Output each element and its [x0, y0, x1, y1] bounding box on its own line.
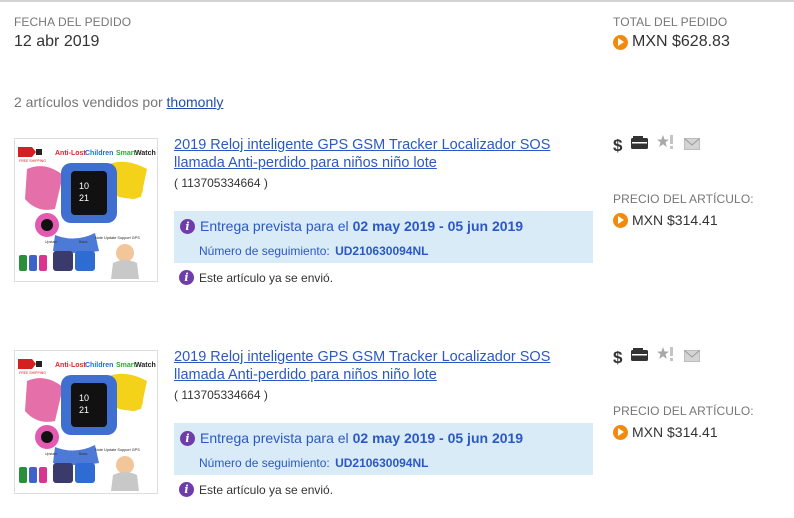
order-item: FREE SHIPPING Anti-Lost Children Smart W…	[0, 342, 794, 518]
order-item: FREE SHIPPING Anti-Lost Children Smart W…	[0, 130, 794, 320]
delivery-box: i Entrega prevista para el 02 may 2019 -…	[174, 423, 593, 475]
item-actions: $	[613, 135, 709, 156]
item-price-value: MXN $314.41	[632, 212, 718, 228]
seller-link[interactable]: thomonly	[167, 94, 224, 110]
info-icon: i	[180, 218, 195, 234]
product-image[interactable]: FREE SHIPPING Anti-Lost Children Smart W…	[14, 138, 158, 282]
item-price-value: MXN $314.41	[632, 424, 718, 440]
order-date-label: FECHA DEL PEDIDO	[14, 15, 132, 29]
delivery-box: i Entrega prevista para el 02 may 2019 -…	[174, 211, 593, 263]
headline-4: Watch	[135, 150, 156, 157]
headline-2: Children	[85, 362, 113, 369]
info-icon: i	[179, 270, 194, 285]
headline-3: Smart	[116, 362, 137, 369]
item-price-label: PRECIO DEL ARTÍCULO:	[613, 404, 754, 418]
item-title-link[interactable]: 2019 Reloj inteligente GPS GSM Tracker L…	[174, 136, 584, 172]
item-number: ( 113705334664 )	[174, 176, 268, 190]
wallet-icon[interactable]	[631, 348, 649, 367]
svg-text:10: 10	[79, 181, 89, 191]
tracking-line: Número de seguimiento: UD210630094NL	[199, 456, 428, 470]
headline-1: Anti-Lost	[55, 150, 86, 157]
order-total-label: TOTAL DEL PEDIDO	[613, 15, 728, 29]
dollar-icon[interactable]: $	[613, 348, 622, 367]
note-text: Note Update Support GPS	[95, 236, 140, 240]
upstate-text: Upstate	[45, 240, 57, 244]
dollar-icon[interactable]: $	[613, 136, 622, 155]
tracking-line: Número de seguimiento: UD210630094NL	[199, 244, 428, 258]
basic-text: Basic	[79, 240, 88, 244]
free-shipping-text: FREE SHIPPING	[19, 371, 46, 375]
svg-text:10: 10	[79, 393, 89, 403]
sold-by-prefix: 2 artículos vendidos por	[14, 94, 163, 110]
note-text: Note Update Support GPS	[95, 448, 140, 452]
item-price-row: MXN $314.41	[613, 424, 718, 440]
upstate-text: Upstate	[45, 452, 57, 456]
delivery-prefix: Entrega prevista para el	[200, 430, 349, 446]
star-feedback-icon[interactable]	[657, 135, 675, 156]
envelope-icon[interactable]	[684, 137, 701, 155]
delivery-prefix: Entrega prevista para el	[200, 218, 349, 234]
item-number: ( 113705334664 )	[174, 388, 268, 402]
shipped-text: Este artículo ya se envió.	[199, 482, 334, 497]
star-feedback-icon[interactable]	[657, 347, 675, 368]
order-total-value: MXN $628.83	[632, 33, 730, 50]
info-icon: i	[180, 430, 195, 446]
delivery-dates: 02 may 2019 - 05 jun 2019	[352, 430, 524, 446]
tracking-label: Número de seguimiento:	[199, 244, 330, 258]
headline-1: Anti-Lost	[55, 362, 86, 369]
item-price-label: PRECIO DEL ARTÍCULO:	[613, 192, 754, 206]
info-icon: i	[179, 482, 194, 497]
wallet-icon[interactable]	[631, 136, 649, 155]
smartwatch-product-photo: FREE SHIPPING Anti-Lost Children Smart W…	[15, 139, 157, 281]
basic-text: Basic	[79, 452, 88, 456]
free-shipping-text: FREE SHIPPING	[19, 159, 46, 163]
order-total-value-row: MXN $628.83	[613, 33, 730, 51]
item-title-link[interactable]: 2019 Reloj inteligente GPS GSM Tracker L…	[174, 348, 584, 384]
order-date-value: 12 abr 2019	[14, 33, 100, 50]
sold-by-line: 2 artículos vendidos por thomonly	[14, 94, 223, 110]
coin-icon	[613, 212, 628, 228]
product-image[interactable]: FREE SHIPPING Anti-Lost Children Smart W…	[14, 350, 158, 494]
item-actions: $	[613, 347, 709, 368]
shipped-status: i Este artículo ya se envió.	[179, 270, 333, 285]
item-price-row: MXN $314.41	[613, 212, 718, 228]
headline-3: Smart	[116, 150, 137, 157]
coin-icon	[613, 424, 628, 440]
order-date-block: FECHA DEL PEDIDO 12 abr 2019	[14, 15, 131, 51]
coin-icon	[613, 34, 628, 50]
shipped-text: Este artículo ya se envió.	[199, 270, 334, 285]
tracking-number[interactable]: UD210630094NL	[335, 244, 428, 258]
order-total-block: TOTAL DEL PEDIDO MXN $628.83	[613, 15, 730, 51]
smartwatch-product-photo: FREE SHIPPING Anti-Lost Children Smart W…	[15, 351, 157, 493]
delivery-dates: 02 may 2019 - 05 jun 2019	[352, 218, 524, 234]
svg-text:21: 21	[79, 405, 89, 415]
shipped-status: i Este artículo ya se envió.	[179, 482, 333, 497]
delivery-estimate: i Entrega prevista para el 02 may 2019 -…	[180, 218, 523, 234]
headline-4: Watch	[135, 362, 156, 369]
tracking-label: Número de seguimiento:	[199, 456, 330, 470]
svg-text:21: 21	[79, 193, 89, 203]
delivery-estimate: i Entrega prevista para el 02 may 2019 -…	[180, 430, 523, 446]
envelope-icon[interactable]	[684, 349, 701, 367]
top-divider	[0, 0, 794, 2]
headline-2: Children	[85, 150, 113, 157]
tracking-number[interactable]: UD210630094NL	[335, 456, 428, 470]
